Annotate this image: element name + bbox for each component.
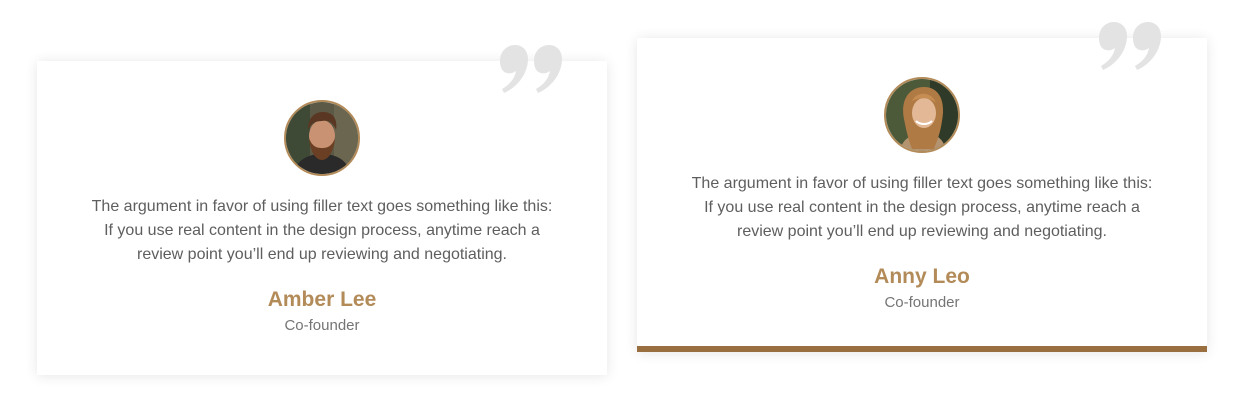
testimonial-card: The argument in favor of using filler te… [37,45,607,375]
testimonial-quote: The argument in favor of using filler te… [67,195,577,267]
quote-line: If you use real content in the design pr… [704,199,1140,216]
testimonial-card-active: The argument in favor of using filler te… [637,22,1207,352]
quote-icon [1095,20,1163,72]
author-role: Co-founder [884,294,960,311]
quote-line: The argument in favor of using filler te… [691,175,1153,192]
quote-line: review point you’ll end up reviewing and… [136,246,507,263]
author-role: Co-founder [284,317,360,334]
quote-line: review point you’ll end up reviewing and… [736,223,1107,240]
quote-line: The argument in favor of using filler te… [91,198,553,215]
author-name: Amber Lee [267,288,377,311]
quote-line: If you use real content in the design pr… [104,222,540,239]
avatar [884,77,960,153]
active-accent-bar [637,346,1207,352]
testimonials-section: The argument in favor of using filler te… [0,0,1240,407]
author-name: Anny Leo [874,265,970,288]
quote-icon [496,43,564,95]
avatar [284,100,360,176]
testimonial-quote: The argument in favor of using filler te… [667,172,1177,244]
